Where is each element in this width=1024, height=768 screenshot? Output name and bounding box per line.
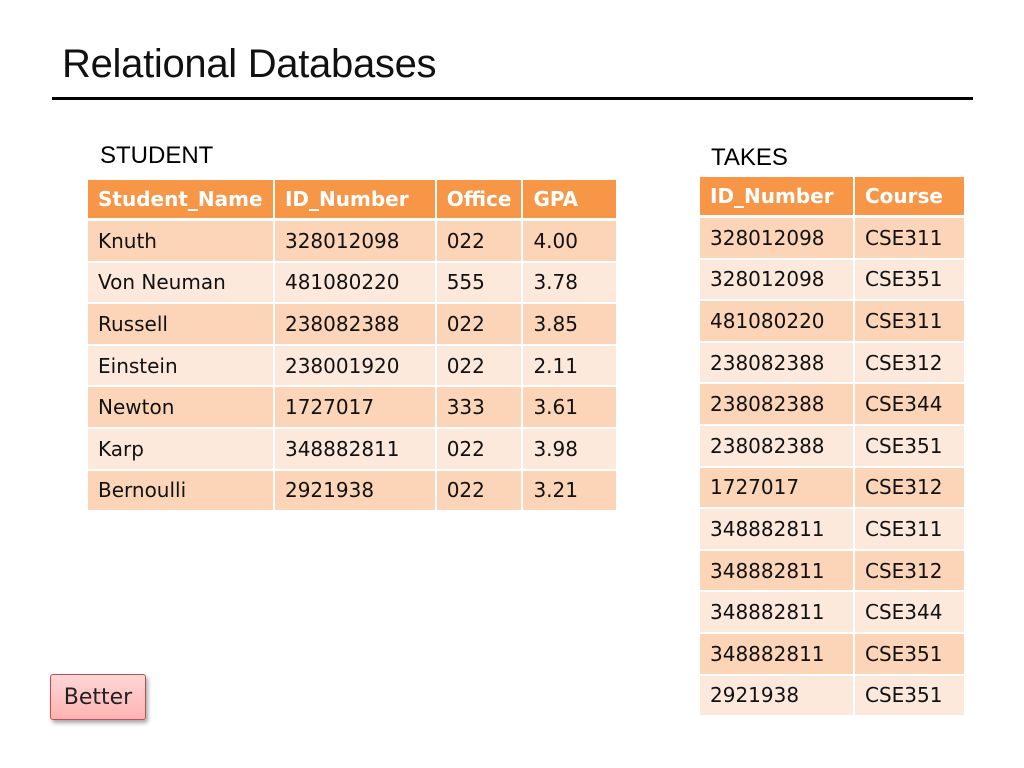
table-row: Russell 238082388 022 3.85 [88,304,616,346]
takes-table: ID_Number Course 328012098 CSE311 32801209… [700,177,964,718]
table-cell: 3.21 [523,470,616,513]
column-header: ID_Number [274,180,437,221]
table-row: 328012098 CSE351 [700,259,964,302]
table-cell: 022 [436,345,524,388]
table-cell: 022 [436,221,524,263]
table-row: 348882811 CSE311 [700,509,964,551]
table-cell: 481080220 [700,301,855,343]
table-cell: 238082388 [700,342,855,385]
table-row: Einstein 238001920 022 2.11 [88,345,616,388]
table-row: Von Neuman 481080220 555 3.78 [88,262,616,305]
table-cell: 348882811 [700,633,855,676]
student-header-row: Student_Name ID_Number Office GPA [88,180,616,221]
table-row: 348882811 CSE312 [700,550,964,593]
table-row: Karp 348882811 022 3.98 [88,428,616,471]
title-divider [52,97,973,100]
table-cell: 238082388 [700,384,855,426]
table-cell: 4.00 [523,221,616,263]
table-cell: 2921938 [274,470,437,513]
table-cell: 328012098 [274,221,437,263]
table-row: 348882811 CSE344 [700,592,964,634]
table-cell: Russell [88,304,275,346]
table-cell: 2.11 [523,345,616,388]
table-row: 238082388 CSE312 [700,342,964,385]
table-cell: 238082388 [274,304,437,346]
table-row: 348882811 CSE351 [700,633,964,676]
table-row: 481080220 CSE311 [700,301,964,343]
table-cell: 238082388 [700,425,855,468]
column-header: Office [436,180,524,221]
table-cell: 555 [436,262,524,305]
table-cell: CSE351 [855,259,964,302]
table-cell: CSE311 [855,218,964,260]
table-row: Knuth 328012098 022 4.00 [88,221,616,263]
table-cell: 238001920 [274,345,437,388]
slide-title: Relational Databases [62,42,437,86]
table-cell: 022 [436,470,524,513]
table-cell: CSE311 [855,509,964,551]
table-cell: 333 [436,387,524,429]
table-cell: Einstein [88,345,275,388]
table-cell: 328012098 [700,218,855,260]
table-cell: 1727017 [700,467,855,510]
better-button[interactable]: Better [50,674,146,720]
table-cell: CSE311 [855,301,964,343]
table-cell: Bernoulli [88,470,275,513]
table-cell: CSE312 [855,550,964,593]
column-header: GPA [523,180,616,221]
takes-table-caption: TAKES [711,144,788,171]
table-cell: CSE351 [855,675,964,718]
student-table-caption: STUDENT [100,142,214,169]
table-cell: 2921938 [700,675,855,718]
table-cell: CSE312 [855,467,964,510]
table-cell: CSE312 [855,342,964,385]
table-cell: 481080220 [274,262,437,305]
table-cell: 3.78 [523,262,616,305]
table-row: 238082388 CSE344 [700,384,964,426]
table-cell: 3.61 [523,387,616,429]
column-header: Student_Name [88,180,275,221]
takes-header-row: ID_Number Course [700,177,964,218]
table-row: 1727017 CSE312 [700,467,964,510]
table-cell: CSE344 [855,384,964,426]
table-cell: Newton [88,387,275,429]
table-cell: 348882811 [700,509,855,551]
column-header: Course [855,177,964,218]
table-cell: 348882811 [700,550,855,593]
table-cell: 3.85 [523,304,616,346]
table-row: 2921938 CSE351 [700,675,964,718]
table-cell: Karp [88,428,275,471]
table-cell: 1727017 [274,387,437,429]
table-row: Bernoulli 2921938 022 3.21 [88,470,616,513]
table-cell: Von Neuman [88,262,275,305]
table-cell: 328012098 [700,259,855,302]
table-cell: CSE351 [855,425,964,468]
table-row: 238082388 CSE351 [700,425,964,468]
table-cell: Knuth [88,221,275,263]
table-cell: 348882811 [700,592,855,634]
table-cell: 3.98 [523,428,616,471]
student-table: Student_Name ID_Number Office GPA Knuth 3… [88,180,616,513]
table-row: Newton 1727017 333 3.61 [88,387,616,429]
table-cell: CSE351 [855,633,964,676]
table-row: 328012098 CSE311 [700,218,964,260]
table-cell: CSE344 [855,592,964,634]
column-header: ID_Number [700,177,855,218]
slide: Relational Databases STUDENT TAKES Stude… [0,0,1024,768]
table-cell: 348882811 [274,428,437,471]
table-cell: 022 [436,428,524,471]
table-cell: 022 [436,304,524,346]
